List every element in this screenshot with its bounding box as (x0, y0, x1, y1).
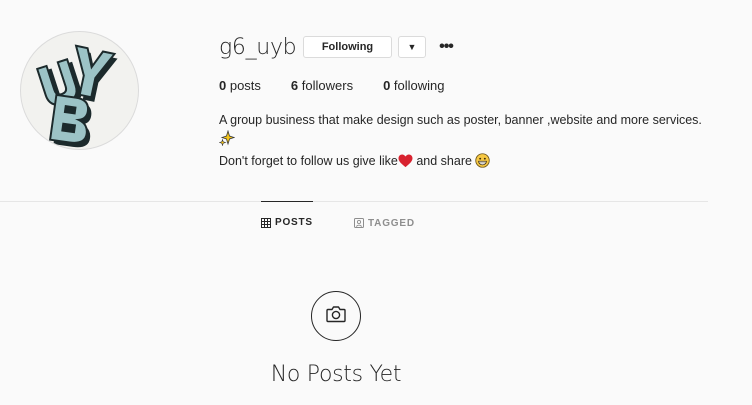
tagged-person-icon (354, 218, 364, 228)
uyb-logo-image (35, 44, 118, 148)
tab-tagged[interactable]: TAGGED (354, 202, 415, 244)
more-options-button[interactable]: ••• (436, 36, 456, 58)
empty-state-icon-circle (311, 291, 361, 341)
grinning-face-icon (475, 153, 491, 174)
tab-posts-label: POSTS (275, 217, 313, 228)
tab-posts[interactable]: POSTS (261, 201, 313, 243)
bio-line-3: Don't forget to follow us give like and … (219, 152, 719, 174)
profile-stats: 0 posts 6 followers 0 following (219, 78, 475, 93)
more-dots-icon: ••• (439, 38, 454, 55)
suggested-dropdown-button[interactable]: ▼ (398, 36, 426, 58)
stat-followers[interactable]: 6 followers (291, 78, 353, 93)
profile-avatar[interactable] (20, 31, 139, 150)
profile-username: g6_uyb (219, 35, 297, 60)
following-label: following (390, 78, 445, 93)
bio-text-share: and share (412, 154, 476, 168)
camera-icon (326, 305, 346, 328)
stat-following[interactable]: 0 following (383, 78, 444, 93)
empty-state-message: No Posts Yet (270, 362, 402, 387)
following-button[interactable]: Following (303, 36, 392, 58)
red-heart-icon (398, 154, 413, 174)
profile-page: g6_uyb Following ▼ ••• 0 posts 6 followe… (0, 0, 752, 405)
bio-text-follow: Don't forget to follow us give like (219, 154, 398, 168)
followers-label: followers (298, 78, 354, 93)
grid-icon (261, 217, 271, 228)
bio-line-1: A group business that make design such a… (219, 113, 702, 127)
chevron-down-icon: ▼ (407, 42, 417, 52)
posts-label: posts (226, 78, 261, 93)
stat-posts: 0 posts (219, 78, 261, 93)
tab-tagged-label: TAGGED (368, 217, 415, 229)
bio-line-2 (218, 129, 719, 152)
sparkles-icon (218, 129, 236, 152)
profile-bio: A group business that make design such a… (218, 111, 719, 174)
